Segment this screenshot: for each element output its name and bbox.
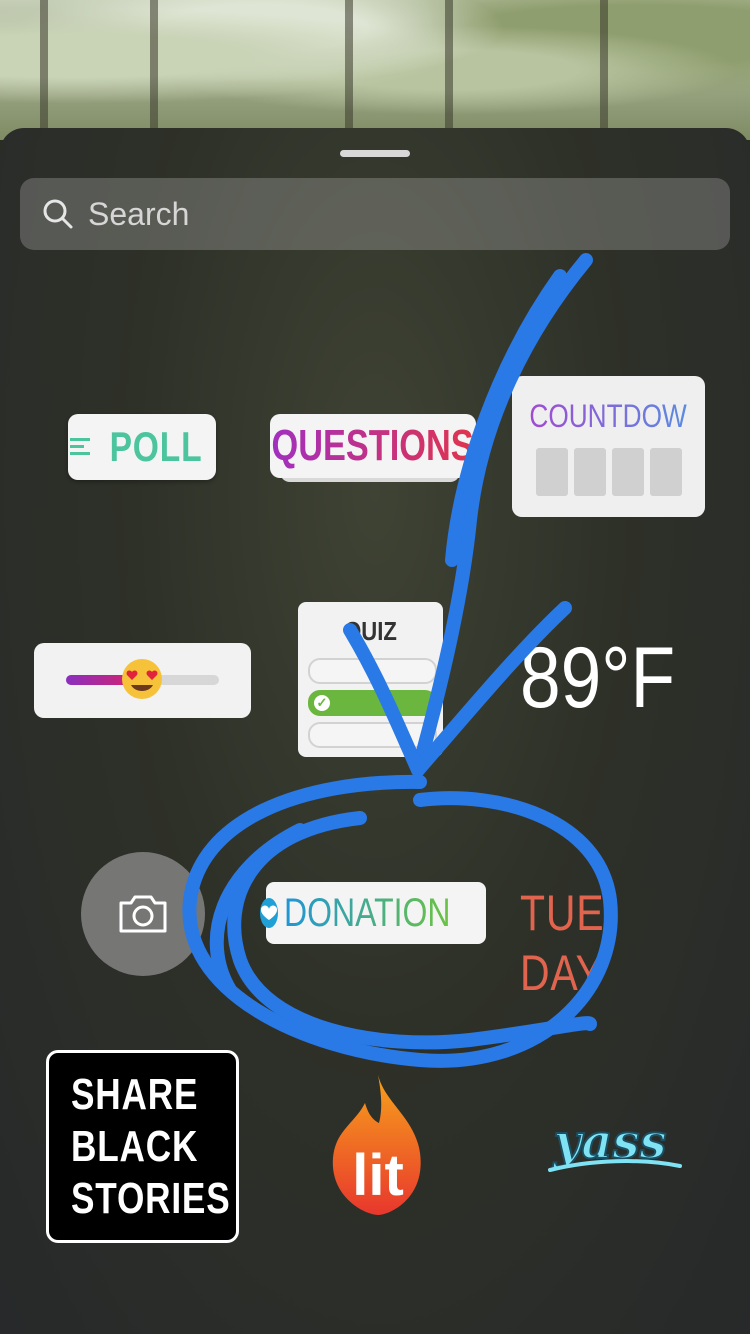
poll-label: POLL: [109, 423, 203, 470]
day-sticker[interactable]: TUE DAY: [520, 883, 684, 1001]
search-icon: [43, 199, 73, 229]
lit-sticker[interactable]: lit: [325, 1073, 431, 1218]
background-photo: [0, 0, 750, 140]
temperature-sticker[interactable]: 89°F: [520, 628, 682, 728]
quiz-sticker[interactable]: QUIZ ✓: [298, 602, 443, 757]
tree-trunk: [150, 0, 158, 140]
search-bar[interactable]: Search: [20, 178, 730, 250]
donation-sticker[interactable]: DONATION: [259, 882, 486, 944]
share-black-stories-sticker[interactable]: SHARE BLACK STORIES: [46, 1050, 239, 1243]
countdown-digit-box: [536, 448, 568, 496]
quiz-option-correct: ✓: [308, 690, 437, 716]
tree-trunk: [445, 0, 453, 140]
poll-lines-icon: [70, 438, 90, 455]
quiz-option: [308, 658, 437, 684]
questions-card: QUESTIONS: [270, 414, 476, 478]
countdown-digit-box: [650, 448, 682, 496]
countdown-digit-box: [574, 448, 606, 496]
tree-trunk: [600, 0, 608, 140]
countdown-sticker[interactable]: COUNTDOWN: [512, 376, 706, 517]
tree-trunk: [345, 0, 353, 140]
poll-sticker[interactable]: POLL: [68, 414, 216, 480]
heart-icon: [259, 898, 278, 928]
tree-trunk: [40, 0, 48, 140]
lit-label: lit: [352, 1143, 404, 1208]
questions-sticker[interactable]: QUESTIONS: [270, 414, 480, 494]
quiz-title: QUIZ: [344, 616, 397, 646]
yass-sticker[interactable]: yass: [530, 1108, 690, 1188]
heart-eyes-emoji-icon: [122, 659, 162, 699]
share-line-3: STORIES: [71, 1174, 231, 1223]
yass-graphic: yass: [548, 1113, 682, 1172]
checkmark-icon: ✓: [314, 695, 330, 711]
quiz-option: [308, 722, 437, 748]
share-line-1: SHARE: [71, 1070, 199, 1119]
emoji-slider-sticker[interactable]: [34, 643, 251, 718]
drag-handle[interactable]: [340, 150, 410, 157]
search-input[interactable]: Search: [88, 196, 189, 233]
sticker-tray: Search POLL QUESTIONS COUNTDOWN QUIZ ✓ 8…: [0, 128, 750, 1334]
countdown-label: COUNTDOWN: [529, 398, 706, 434]
countdown-digit-box: [612, 448, 644, 496]
donation-label: DONATION: [283, 890, 451, 935]
share-line-2: BLACK: [71, 1122, 199, 1171]
questions-label: QUESTIONS: [271, 421, 475, 470]
camera-sticker-button[interactable]: [81, 852, 205, 976]
fire-icon: lit: [332, 1075, 421, 1215]
camera-icon: [119, 895, 167, 933]
